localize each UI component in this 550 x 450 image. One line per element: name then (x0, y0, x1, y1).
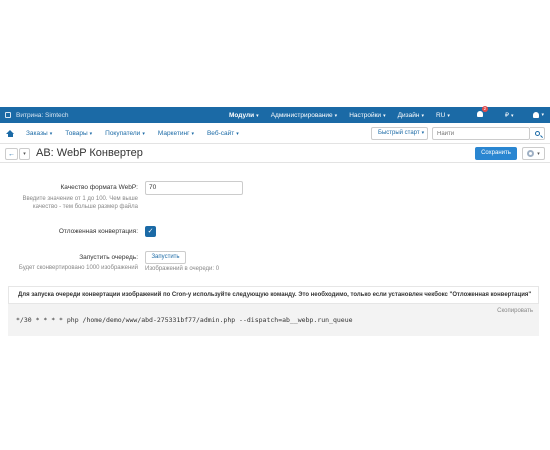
nav-customers[interactable]: Покупатели ▾ (105, 130, 145, 137)
chevron-down-icon: ▾ (89, 131, 93, 137)
copy-button[interactable]: Скопировать (497, 308, 533, 314)
menu-language[interactable]: RU ▾ (436, 112, 450, 119)
chevron-down-icon: ▾ (142, 131, 145, 137)
quality-input[interactable]: 70 (145, 181, 243, 195)
storefront-icon (5, 112, 11, 118)
page-title: AB: WebP Конвертер (36, 147, 143, 159)
storefront-label: Витрина: Simtech (16, 111, 69, 119)
chevron-down-icon: ▾ (236, 131, 239, 137)
menu-language-label: RU (435, 111, 446, 119)
search-icon (534, 131, 540, 136)
nav-products-label: Товары (65, 130, 88, 137)
notifications-button[interactable]: 2 (476, 106, 488, 119)
top-menu: Модули ▾ Администрирование ▾ Настройки ▾ Ди… (229, 107, 462, 123)
nav-marketing-label: Маркетинг (157, 130, 190, 137)
settings-dropdown[interactable]: ▾ (522, 147, 545, 160)
main-nav: Заказы ▾ Товары ▾ Покупатели ▾ Маркетинг ▾ В… (0, 124, 550, 144)
gear-icon (527, 150, 535, 157)
admin-topbar: Витрина: Simtech Модули ▾ Администрирован… (0, 106, 550, 123)
chevron-down-icon: ▾ (447, 112, 450, 119)
chevron-down-icon: ▾ (49, 131, 53, 137)
run-queue-label: Запустить очередь: (79, 254, 138, 261)
deferred-label: Отложенная конвертация: (58, 228, 138, 235)
cron-panel: Для запуска очереди конвертации изображе… (8, 286, 539, 336)
menu-settings-label: Настройки (349, 111, 382, 119)
run-queue-button[interactable]: Запустить (145, 251, 186, 264)
queue-status: Изображений в очереди: 0 (145, 266, 220, 272)
nav-orders-label: Заказы (26, 130, 48, 137)
home-icon[interactable] (6, 130, 14, 137)
deferred-checkbox[interactable]: ✓ (145, 226, 156, 237)
checkmark-icon: ✓ (147, 228, 154, 235)
nav-customers-label: Покупатели (105, 130, 141, 137)
cron-command: */30 * * * * php /home/demo/www/abd-2753… (16, 316, 353, 324)
menu-currency-label: ₽ (504, 112, 509, 119)
quality-label: Качество формата WebP: (60, 184, 138, 191)
nav-orders[interactable]: Заказы ▾ (26, 130, 52, 137)
menu-design-label: Дизайн (397, 111, 420, 119)
menu-currency[interactable]: ₽ ▾ (505, 111, 514, 119)
menu-administration-label: Администрирование (270, 111, 333, 119)
chevron-down-icon: ▾ (191, 131, 194, 137)
run-queue-hint: Будет сконвертировано 1000 изображений (18, 265, 138, 271)
chevron-down-icon: ▾ (23, 151, 26, 157)
cron-heading: Для запуска очереди конвертации изображе… (8, 286, 539, 304)
bell-icon (476, 111, 483, 117)
nav-website[interactable]: Веб-сайт ▾ (207, 130, 239, 137)
menu-modules[interactable]: Модули ▾ (229, 112, 259, 119)
menu-design[interactable]: Дизайн ▾ (398, 112, 424, 119)
nav-website-label: Веб-сайт (206, 130, 235, 137)
user-menu[interactable]: ▾ (533, 112, 544, 118)
arrow-left-icon: ← (8, 150, 15, 158)
top-icons: 2 ₽ ▾ ▾ (476, 106, 544, 123)
quality-hint: Введите значение от 1 до 100. Чем выше к… (22, 196, 138, 210)
chevron-down-icon: ▾ (421, 112, 424, 119)
page-header: ← ▾ AB: WebP Конвертер Сохранить ▾ (0, 145, 550, 163)
nav-marketing[interactable]: Маркетинг ▾ (158, 130, 194, 137)
chevron-down-icon: ▾ (541, 112, 544, 118)
chevron-down-icon: ▾ (537, 150, 540, 157)
menu-administration[interactable]: Администрирование ▾ (271, 112, 338, 119)
chevron-down-icon: ▾ (510, 113, 514, 119)
chevron-down-icon: ▾ (256, 112, 259, 119)
history-dropdown[interactable]: ▾ (19, 148, 30, 160)
user-icon (533, 112, 540, 118)
chevron-down-icon: ▾ (383, 112, 386, 119)
search-input[interactable] (432, 127, 530, 140)
menu-modules-label: Модули (229, 111, 255, 119)
chevron-down-icon: ▾ (334, 112, 338, 119)
save-button[interactable]: Сохранить (475, 147, 517, 160)
search-button[interactable] (530, 127, 545, 140)
menu-settings[interactable]: Настройки ▾ (349, 112, 385, 119)
nav-products[interactable]: Товары ▾ (65, 130, 92, 137)
back-button[interactable]: ← (5, 148, 18, 160)
quick-start-label: Быстрый старт (378, 130, 420, 136)
chevron-down-icon: ▾ (421, 130, 425, 136)
notifications-count: 2 (481, 106, 488, 112)
quick-start-button[interactable]: Быстрый старт ▾ (371, 127, 428, 140)
storefront-selector[interactable]: Витрина: Simtech (0, 112, 69, 119)
